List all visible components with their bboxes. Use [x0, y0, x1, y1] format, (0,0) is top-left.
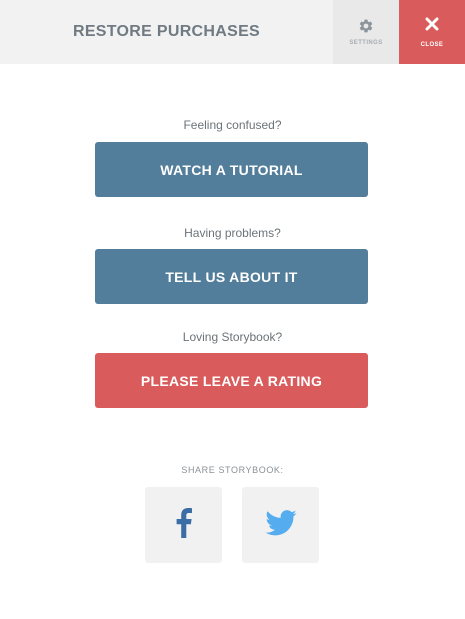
share-facebook-button[interactable] — [145, 487, 222, 563]
tutorial-prompt: Feeling confused? — [183, 118, 282, 132]
watch-tutorial-button[interactable]: WATCH A TUTORIAL — [95, 142, 368, 197]
share-label: SHARE STORYBOOK: — [181, 465, 284, 475]
tell-us-button[interactable]: TELL US ABOUT IT — [95, 249, 368, 304]
leave-rating-button[interactable]: PLEASE LEAVE A RATING — [95, 353, 368, 408]
restore-purchases-label: RESTORE PURCHASES — [72, 23, 261, 40]
rating-prompt: Loving Storybook? — [182, 330, 283, 344]
problems-prompt: Having problems? — [184, 226, 281, 240]
twitter-icon — [264, 509, 297, 541]
settings-label: SETTINGS — [349, 40, 383, 46]
gear-icon — [358, 18, 374, 34]
close-label: CLOSE — [420, 41, 444, 48]
restore-purchases-button[interactable]: RESTORE PURCHASES — [0, 0, 333, 64]
close-icon — [425, 17, 439, 36]
facebook-icon — [176, 507, 192, 543]
share-twitter-button[interactable] — [242, 487, 319, 563]
settings-button[interactable]: SETTINGS — [333, 0, 399, 64]
top-bar: RESTORE PURCHASES SETTINGS CLOSE — [0, 0, 465, 64]
close-button[interactable]: CLOSE — [399, 0, 465, 64]
